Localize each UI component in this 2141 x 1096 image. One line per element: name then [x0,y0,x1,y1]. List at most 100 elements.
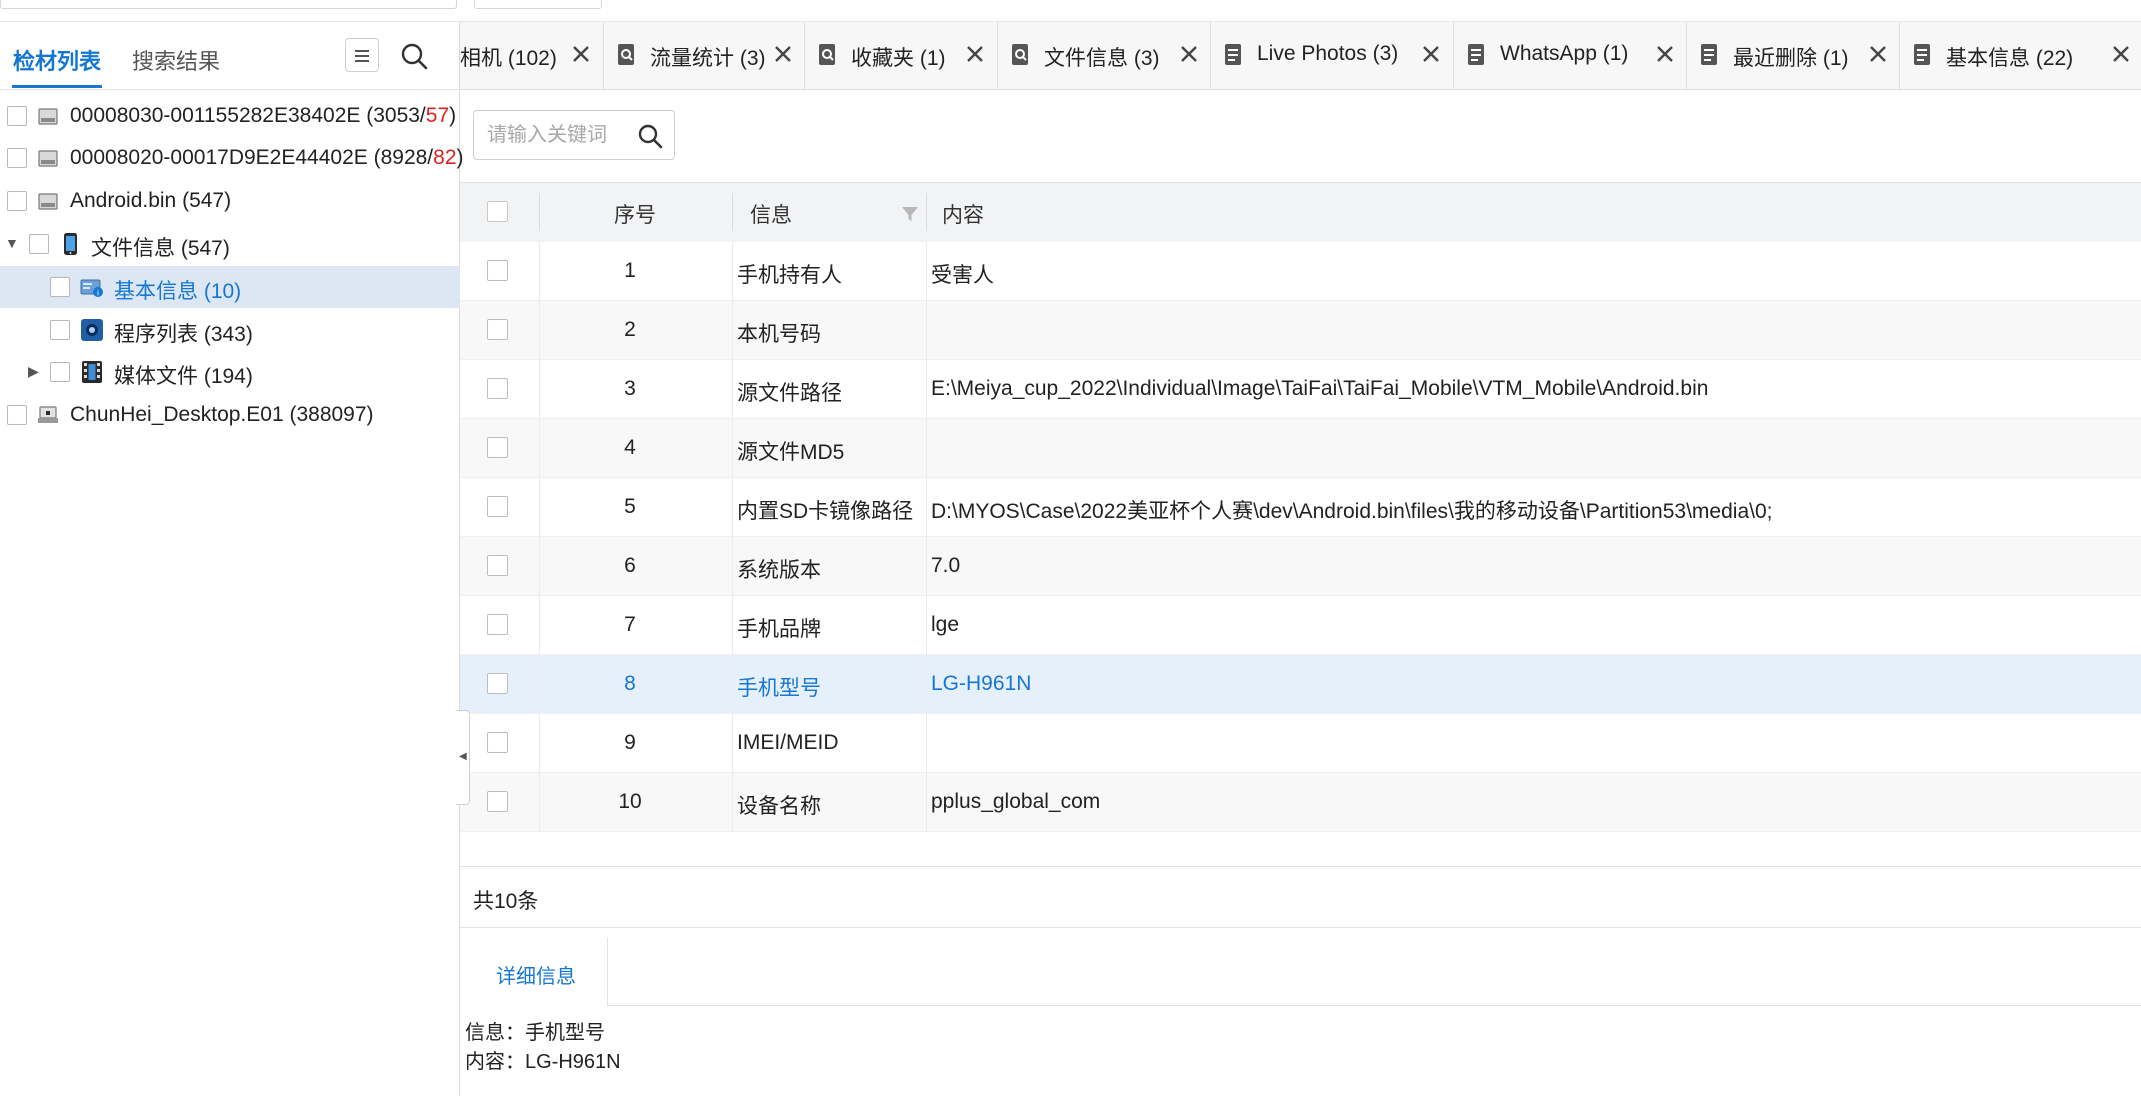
filter-icon[interactable] [900,204,920,224]
row-divider [539,714,540,773]
row-divider [732,773,733,832]
close-icon[interactable] [1178,43,1200,65]
cell-number: 7 [624,613,636,636]
close-icon[interactable] [2110,43,2132,65]
collapsed-arrow-icon[interactable]: ▶ [28,364,42,378]
close-icon[interactable] [1867,43,1889,65]
tree-item-label: 00008030-001155282E38402E (3053/57) [70,104,456,128]
tab-whatsapp[interactable]: WhatsApp (1) [1454,22,1687,89]
menu-button[interactable] [345,38,379,72]
column-header-info[interactable]: 信息 [750,199,792,229]
top-search-field[interactable] [0,0,457,9]
tree-item-basic-info[interactable]: i 基本信息 (10) [0,266,460,308]
menu-icon-line [355,60,369,62]
column-header-content[interactable]: 内容 [942,199,984,229]
row-checkbox[interactable] [487,791,508,812]
row-checkbox[interactable] [487,673,508,694]
total-count: 共10条 [473,890,539,913]
row-divider [539,301,540,360]
panel-collapse-handle[interactable]: ◀ [456,710,470,805]
tree-checkbox[interactable] [50,277,70,297]
table-row[interactable]: 5 内置SD卡镜像路径 D:\MYOS\Case\2022美亚杯个人赛\dev\… [460,478,2141,537]
close-icon[interactable] [964,43,986,65]
tab-detail-info[interactable]: 详细信息 [460,938,608,1006]
tree-item-label: 程序列表 (343) [114,323,253,346]
disk-icon [38,108,58,125]
expanded-arrow-icon[interactable]: ▼ [5,236,19,250]
top-action-button[interactable] [474,0,602,9]
row-divider [539,655,540,714]
column-header-number[interactable]: 序号 [614,199,656,229]
search-icon[interactable] [636,122,664,150]
table-row-selected[interactable]: 8 手机型号 LG-H961N [460,655,2141,714]
tree-item-count-close: ) [449,104,457,127]
tab-live-photos[interactable]: Live Photos (3) [1211,22,1454,89]
tree-checkbox[interactable] [7,405,27,425]
menu-icon [355,50,369,52]
tab-search-results[interactable]: 搜索结果 [132,44,220,76]
tree-item-00008020[interactable]: 00008020-00017D9E2E44402E (8928/82) [0,137,464,179]
table-row[interactable]: 10 设备名称 pplus_global_com [460,773,2141,832]
search-doc-icon [618,44,634,65]
row-checkbox[interactable] [487,496,508,517]
tree-item-media-files[interactable]: ▶ 媒体文件 (194) [0,351,460,393]
tab-traffic-stats[interactable]: 流量统计 (3) [604,22,805,89]
tree-item-android-bin[interactable]: Android.bin (547) [0,180,460,222]
table-row[interactable]: 9 IMEI/MEID [460,714,2141,773]
tree-item-red-count: 57 [425,104,450,127]
table-row[interactable]: 1 手机持有人 受害人 [460,242,2141,301]
tree-item-label: Android.bin (547) [70,189,232,212]
row-checkbox[interactable] [487,732,508,753]
table-row[interactable]: 2 本机号码 [460,301,2141,360]
tab-evidence-list[interactable]: 检材列表 [13,44,101,76]
table-row[interactable]: 4 源文件MD5 [460,419,2141,478]
tab-recently-deleted[interactable]: 最近删除 (1) [1687,22,1900,89]
tab-basic-info[interactable]: 基本信息 (22) [1900,22,2141,89]
tree-item-chunhei-desktop[interactable]: ChunHei_Desktop.E01 (388097) [0,394,460,436]
tree-checkbox[interactable] [7,148,27,168]
close-icon[interactable] [772,43,794,65]
document-tab-bar: 相机 (102) 流量统计 (3) 收藏夹 (1) 文件信息 (3) Live … [460,22,2141,90]
row-divider [539,773,540,832]
table-row[interactable]: 6 系统版本 7.0 [460,537,2141,596]
row-checkbox[interactable] [487,437,508,458]
cell-info: 系统版本 [737,559,821,582]
cell-content: E:\Meiya_cup_2022\Individual\Image\TaiFa… [931,377,1709,400]
detail-tab-label: 详细信息 [496,966,576,988]
close-icon[interactable] [570,43,592,65]
table-row[interactable]: 3 源文件路径 E:\Meiya_cup_2022\Individual\Ima… [460,360,2141,419]
close-icon[interactable] [1420,43,1442,65]
tree-checkbox[interactable] [50,320,70,340]
row-divider [732,596,733,655]
tree-checkbox[interactable] [7,191,27,211]
cell-number: 9 [624,731,636,754]
tree-checkbox[interactable] [7,106,27,126]
cell-content: 7.0 [931,554,961,577]
table-row[interactable]: 7 手机品牌 lge [460,596,2141,655]
cell-info: 手机型号 [737,677,821,700]
tree-item-file-info[interactable]: ▼ 文件信息 (547) [0,223,460,265]
search-icon[interactable] [398,40,432,74]
column-divider [539,193,540,231]
row-checkbox[interactable] [487,555,508,576]
row-checkbox[interactable] [487,378,508,399]
tab-favorites[interactable]: 收藏夹 (1) [805,22,998,89]
tree-item-00008030[interactable]: 00008030-001155282E38402E (3053/57) [0,95,460,137]
cell-number: 2 [624,318,636,341]
tab-file-info[interactable]: 文件信息 (3) [998,22,1211,89]
tab-camera[interactable]: 相机 (102) [460,22,604,89]
collapse-arrow-icon: ◀ [459,751,467,762]
tree-checkbox[interactable] [29,234,49,254]
close-icon[interactable] [1654,43,1676,65]
tree-item-count: (3053/ [360,104,426,127]
keyword-search-input[interactable] [474,111,624,159]
cell-number: 10 [618,790,642,813]
row-checkbox[interactable] [487,260,508,281]
cell-info: 源文件MD5 [737,441,845,464]
row-checkbox[interactable] [487,319,508,340]
column-divider [732,193,733,231]
tree-checkbox[interactable] [50,362,70,382]
tree-item-app-list[interactable]: 程序列表 (343) [0,309,460,351]
row-checkbox[interactable] [487,614,508,635]
select-all-checkbox[interactable] [487,201,508,222]
